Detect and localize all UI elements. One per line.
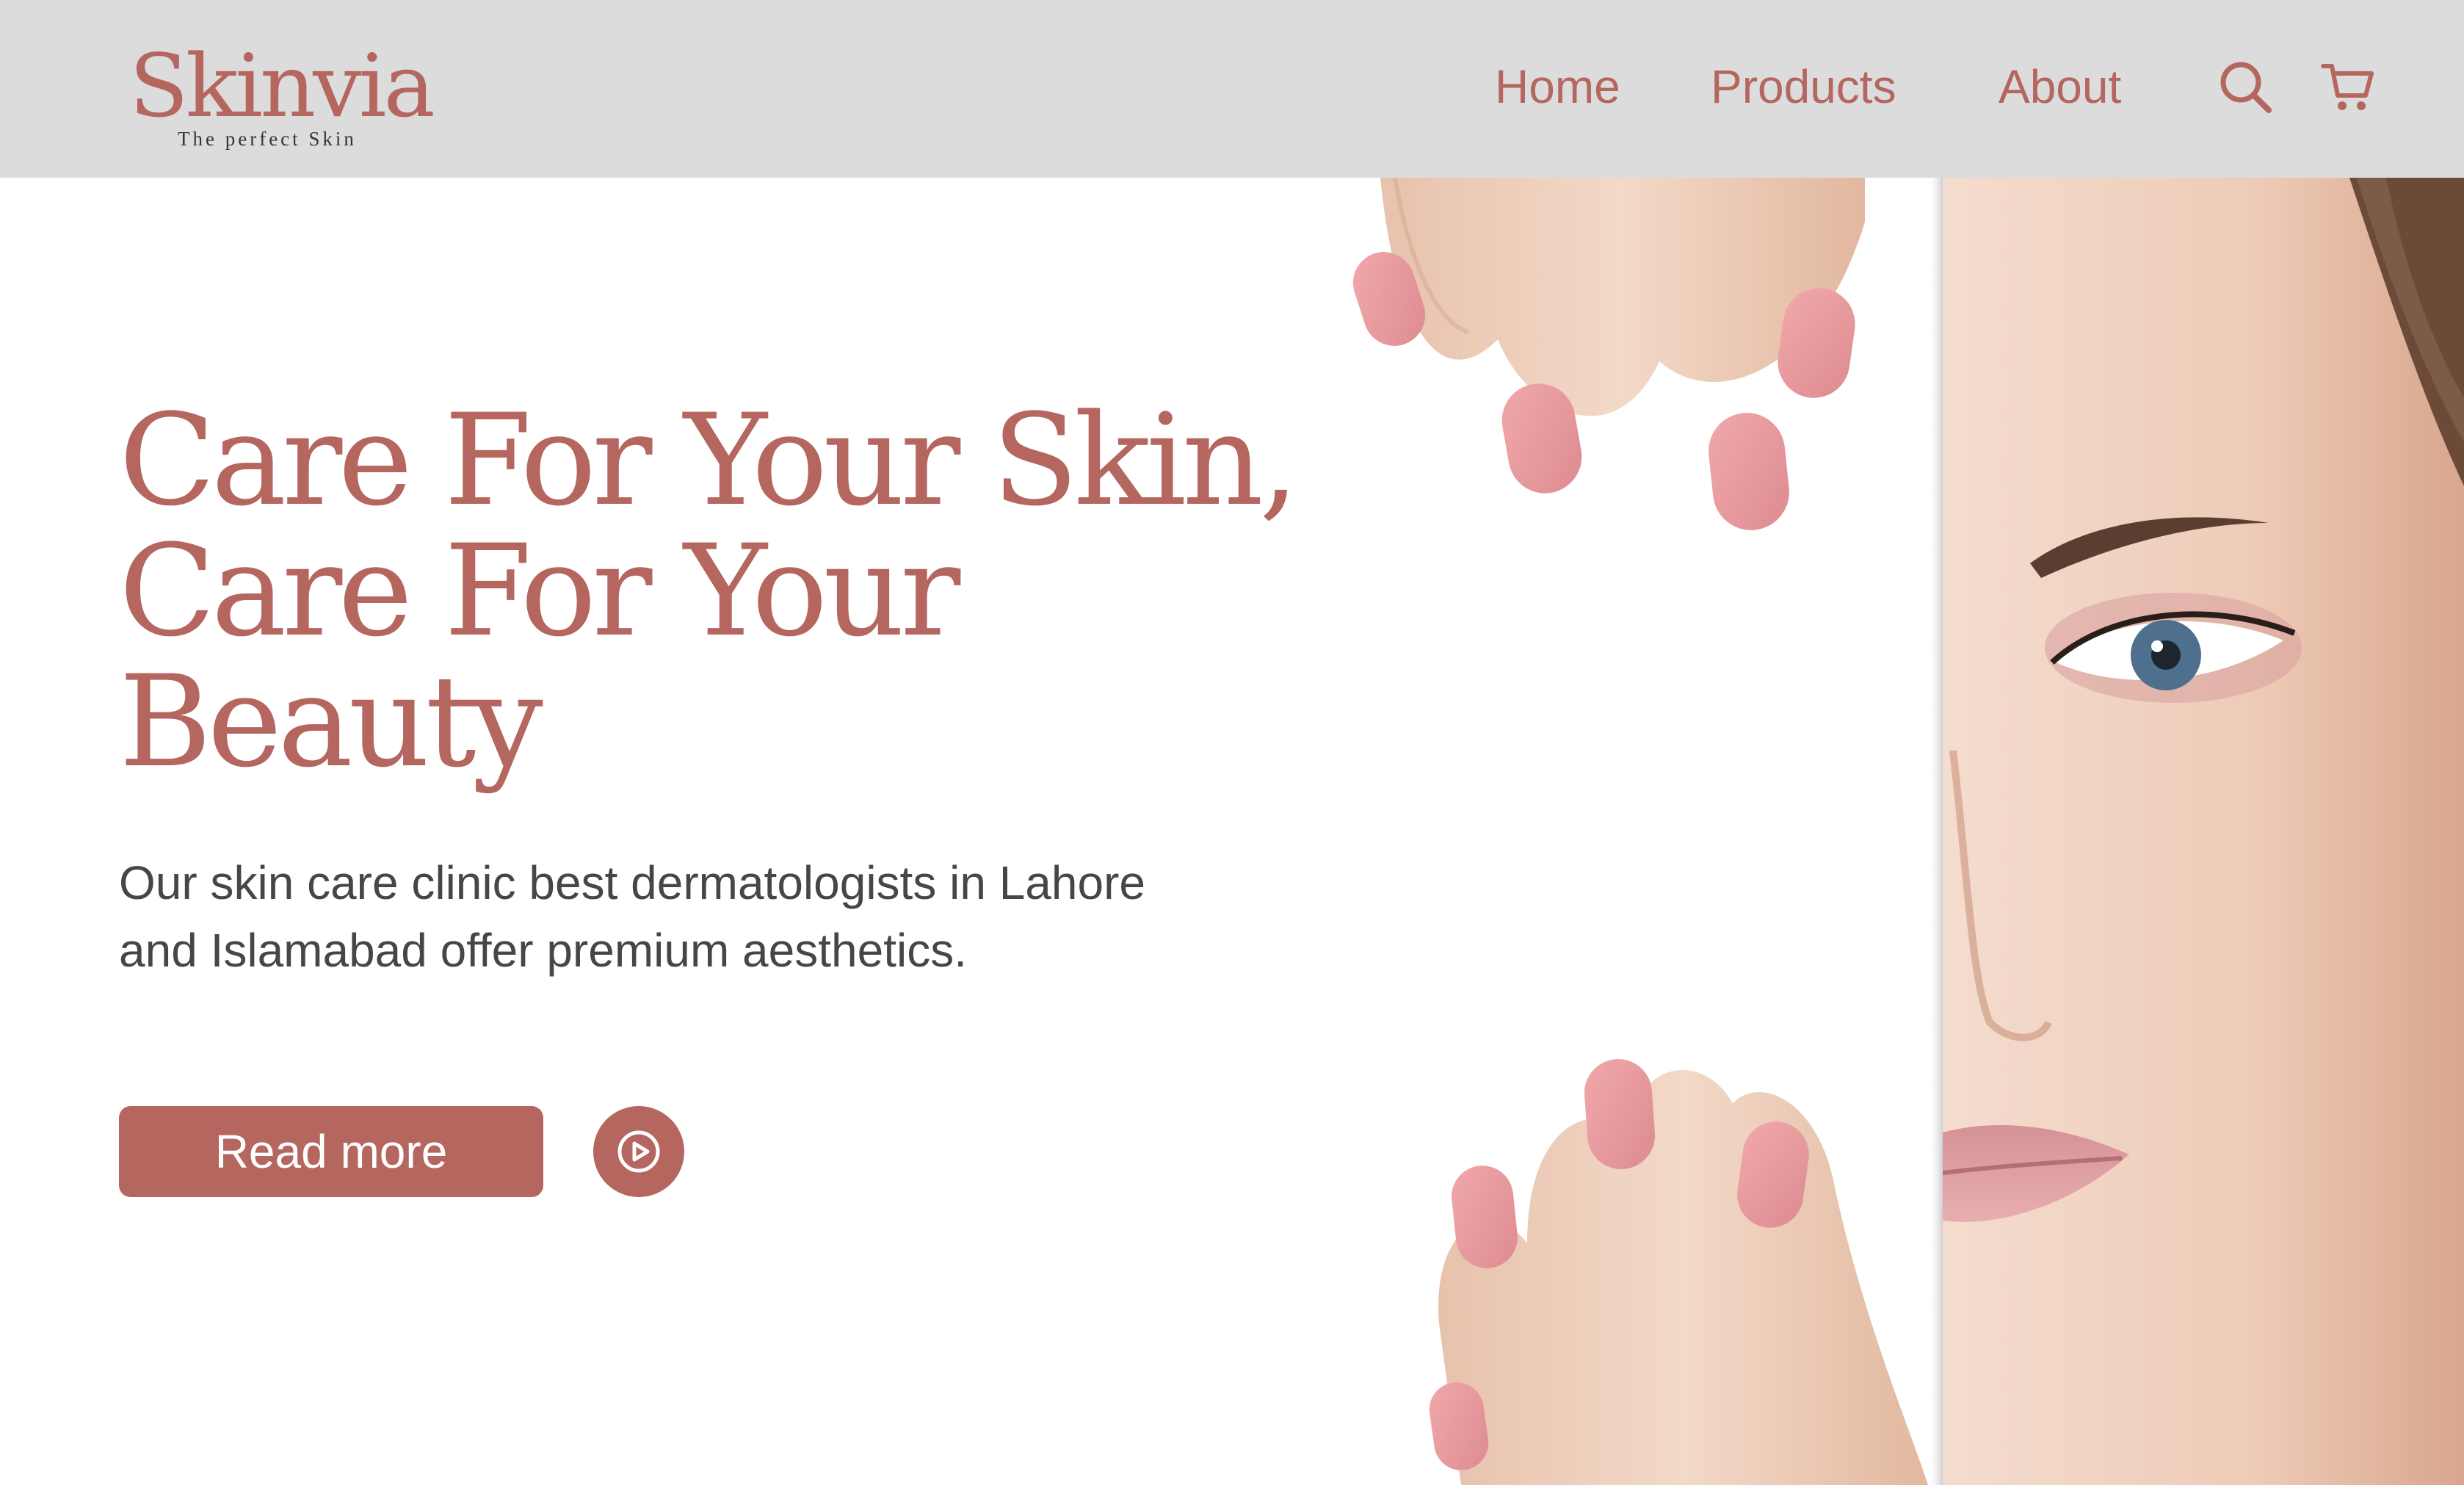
hero-subtext: Our skin care clinic best dermatologists…	[119, 856, 1145, 977]
nav-home[interactable]: Home	[1495, 57, 1620, 116]
hero-headline-line-3: Beauty	[119, 648, 543, 795]
nav-about[interactable]: About	[1999, 57, 2121, 116]
brand-tagline: The perfect Skin	[178, 128, 357, 150]
hero-headline-line-2: Care For Your	[119, 517, 960, 665]
play-circle-icon	[617, 1130, 660, 1173]
play-video-button[interactable]	[593, 1106, 684, 1197]
search-icon[interactable]	[2217, 59, 2273, 115]
cart-icon[interactable]	[2320, 59, 2376, 115]
brand-name: Skinvia	[129, 35, 435, 137]
read-more-button[interactable]: Read more	[119, 1106, 543, 1197]
brand-logo[interactable]: Skinvia The perfect Skin	[129, 43, 435, 153]
hero-headline-line-1: Care For Your Skin,	[119, 386, 1300, 534]
site-header: Skinvia The perfect Skin Home Products A…	[0, 0, 2464, 178]
nav-products[interactable]: Products	[1711, 57, 1896, 116]
page: Skinvia The perfect Skin Home Products A…	[0, 0, 2464, 1485]
hero-headline: Care For Your Skin, Care For Your Beauty	[119, 395, 1323, 787]
hero-image	[1307, 177, 2464, 1485]
